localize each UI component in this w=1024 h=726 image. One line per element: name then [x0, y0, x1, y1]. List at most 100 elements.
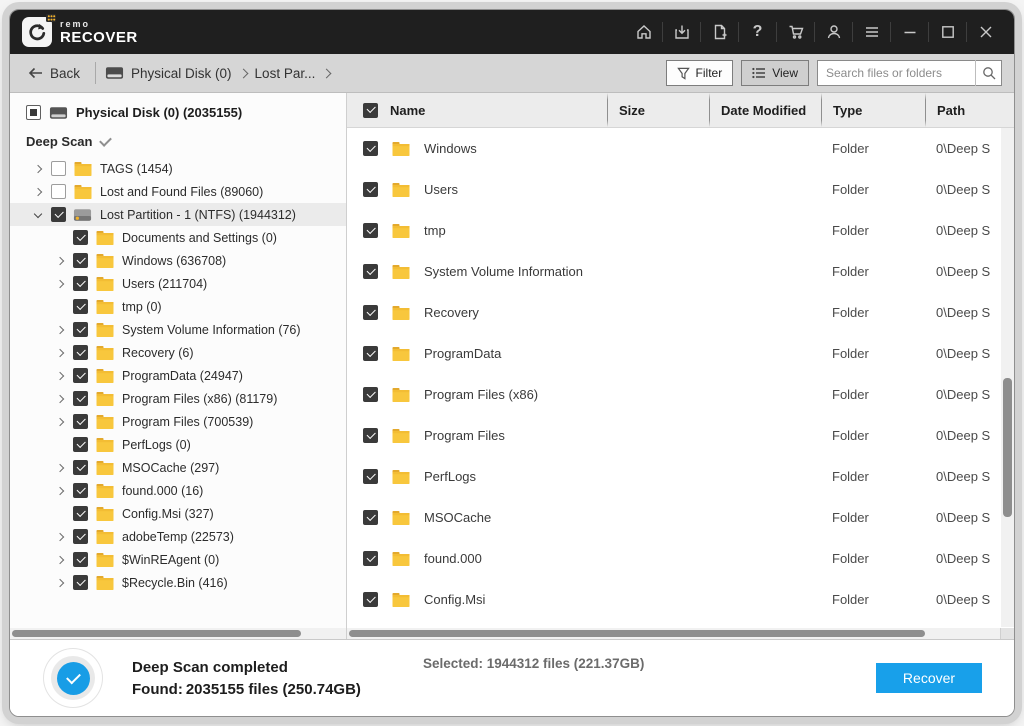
expander-icon[interactable] — [54, 350, 66, 356]
file-row[interactable]: Windows Folder 0\Deep S — [347, 128, 1014, 169]
expander-icon[interactable] — [54, 465, 66, 471]
tree-root-item[interactable]: Physical Disk (0) (2035155) — [10, 93, 346, 126]
tree-item[interactable]: PerfLogs (0) — [10, 433, 346, 456]
file-row[interactable]: tmp Folder 0\Deep S — [347, 210, 1014, 251]
expander-icon[interactable] — [54, 557, 66, 563]
row-checkbox[interactable] — [363, 264, 378, 279]
file-row[interactable]: ProgramData Folder 0\Deep S — [347, 333, 1014, 374]
tree-item-checkbox[interactable] — [51, 161, 66, 176]
maximize-button[interactable] — [929, 10, 966, 54]
column-header-size[interactable]: Size — [607, 93, 709, 127]
tree-item-checkbox[interactable] — [51, 184, 66, 199]
tree-item-checkbox[interactable] — [73, 437, 88, 452]
row-checkbox[interactable] — [363, 510, 378, 525]
tree-item[interactable]: Windows (636708) — [10, 249, 346, 272]
tree-item[interactable]: Documents and Settings (0) — [10, 226, 346, 249]
help-button[interactable]: ? — [739, 10, 776, 54]
file-row[interactable]: System Volume Information Folder 0\Deep … — [347, 251, 1014, 292]
tree-item-checkbox[interactable] — [73, 391, 88, 406]
column-header-type[interactable]: Type — [821, 93, 925, 127]
tree-item-checkbox[interactable] — [73, 460, 88, 475]
scrollbar-thumb[interactable] — [1003, 378, 1012, 518]
expander-icon[interactable] — [32, 213, 44, 217]
expander-icon[interactable] — [54, 488, 66, 494]
tree-item[interactable]: Users (211704) — [10, 272, 346, 295]
breadcrumb-partition[interactable]: Lost Par... — [255, 66, 316, 81]
filter-button[interactable]: Filter — [666, 60, 734, 86]
close-button[interactable] — [967, 10, 1004, 54]
tree-item[interactable]: Recovery (6) — [10, 341, 346, 364]
back-button[interactable]: Back — [22, 65, 86, 82]
minimize-button[interactable] — [891, 10, 928, 54]
breadcrumb-disk[interactable]: Physical Disk (0) — [131, 66, 232, 81]
import-session-button[interactable] — [663, 10, 700, 54]
root-checkbox[interactable] — [26, 105, 41, 120]
sidebar-horizontal-scrollbar[interactable] — [10, 628, 346, 639]
add-file-button[interactable] — [701, 10, 738, 54]
row-checkbox[interactable] — [363, 387, 378, 402]
tree-item-checkbox[interactable] — [73, 483, 88, 498]
tree-item[interactable]: Lost and Found Files (89060) — [10, 180, 346, 203]
row-checkbox[interactable] — [363, 305, 378, 320]
expander-icon[interactable] — [54, 534, 66, 540]
search-icon[interactable] — [975, 60, 1002, 86]
scrollbar-thumb[interactable] — [12, 630, 301, 637]
file-row[interactable]: found.000 Folder 0\Deep S — [347, 538, 1014, 579]
row-checkbox[interactable] — [363, 592, 378, 607]
expander-icon[interactable] — [54, 258, 66, 264]
table-horizontal-scrollbar[interactable] — [347, 628, 1001, 639]
row-checkbox[interactable] — [363, 551, 378, 566]
tree-item-checkbox[interactable] — [73, 230, 88, 245]
tree-item[interactable]: $Recycle.Bin (416) — [10, 571, 346, 594]
file-row[interactable]: PerfLogs Folder 0\Deep S — [347, 456, 1014, 497]
expander-icon[interactable] — [32, 189, 44, 195]
row-checkbox[interactable] — [363, 223, 378, 238]
tree-item-checkbox[interactable] — [73, 506, 88, 521]
tree-item[interactable]: Lost Partition - 1 (NTFS) (1944312) — [10, 203, 346, 226]
tree-item-checkbox[interactable] — [73, 345, 88, 360]
tree-item-checkbox[interactable] — [73, 575, 88, 590]
view-button[interactable]: View — [741, 60, 809, 86]
expander-icon[interactable] — [54, 396, 66, 402]
file-row[interactable]: MSOCache Folder 0\Deep S — [347, 497, 1014, 538]
tree-item-checkbox[interactable] — [73, 414, 88, 429]
file-row[interactable]: Program Files (x86) Folder 0\Deep S — [347, 374, 1014, 415]
select-all-checkbox[interactable] — [363, 103, 378, 118]
row-checkbox[interactable] — [363, 469, 378, 484]
tree-item[interactable]: Program Files (700539) — [10, 410, 346, 433]
file-row[interactable]: Config.Msi Folder 0\Deep S — [347, 579, 1014, 620]
expander-icon[interactable] — [54, 419, 66, 425]
buy-button[interactable] — [777, 10, 814, 54]
column-header-path[interactable]: Path — [925, 93, 1014, 127]
tree-item-checkbox[interactable] — [73, 368, 88, 383]
file-row[interactable]: Recovery Folder 0\Deep S — [347, 292, 1014, 333]
row-checkbox[interactable] — [363, 346, 378, 361]
tree-item[interactable]: $WinREAgent (0) — [10, 548, 346, 571]
tree-item[interactable]: ProgramData (24947) — [10, 364, 346, 387]
tree-item[interactable]: Program Files (x86) (81179) — [10, 387, 346, 410]
expander-icon[interactable] — [54, 580, 66, 586]
expander-icon[interactable] — [54, 281, 66, 287]
tree-item-checkbox[interactable] — [73, 552, 88, 567]
tree-item[interactable]: MSOCache (297) — [10, 456, 346, 479]
tree-item[interactable]: tmp (0) — [10, 295, 346, 318]
recover-button[interactable]: Recover — [876, 663, 982, 693]
menu-button[interactable] — [853, 10, 890, 54]
tree-item[interactable]: TAGS (1454) — [10, 157, 346, 180]
row-checkbox[interactable] — [363, 141, 378, 156]
row-checkbox[interactable] — [363, 182, 378, 197]
expander-icon[interactable] — [54, 373, 66, 379]
tree-item[interactable]: found.000 (16) — [10, 479, 346, 502]
tree-item[interactable]: System Volume Information (76) — [10, 318, 346, 341]
file-row[interactable]: Users Folder 0\Deep S — [347, 169, 1014, 210]
expander-icon[interactable] — [54, 327, 66, 333]
tree-item[interactable]: Config.Msi (327) — [10, 502, 346, 525]
account-button[interactable] — [815, 10, 852, 54]
row-checkbox[interactable] — [363, 428, 378, 443]
tree-item-checkbox[interactable] — [73, 299, 88, 314]
tree-item-checkbox[interactable] — [51, 207, 66, 222]
tree-item-checkbox[interactable] — [73, 276, 88, 291]
home-button[interactable] — [625, 10, 662, 54]
scrollbar-thumb[interactable] — [349, 630, 925, 637]
file-row[interactable]: Program Files Folder 0\Deep S — [347, 415, 1014, 456]
